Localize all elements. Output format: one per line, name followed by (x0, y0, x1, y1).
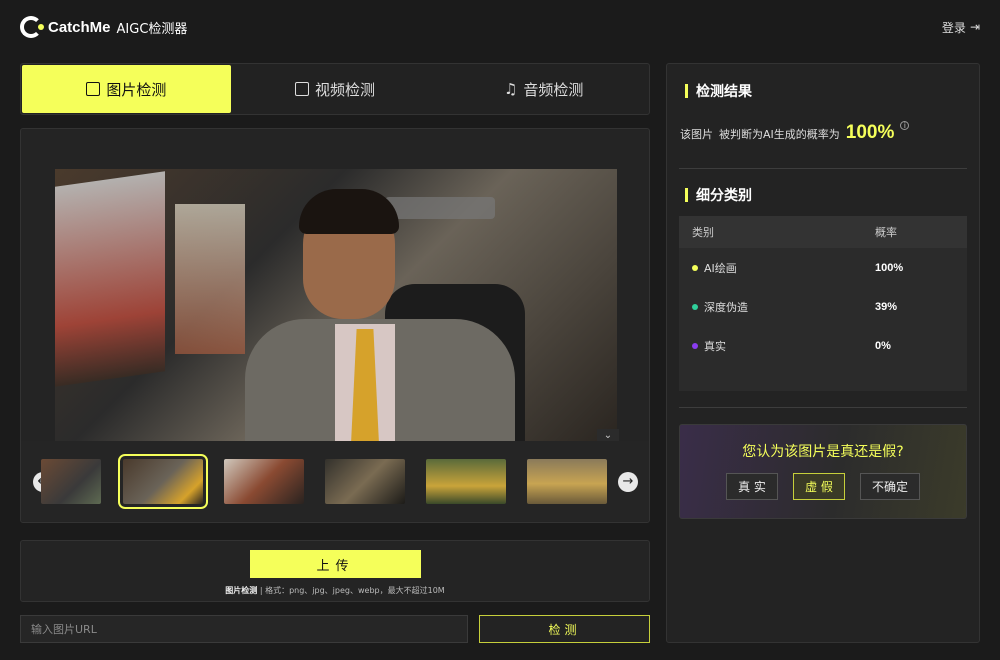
brand-subtitle: AIGC检测器 (116, 21, 188, 37)
verdict-line: 该图片 被判断为AI生成的概率为 100% i (680, 121, 910, 144)
info-icon[interactable]: i (900, 121, 910, 130)
row-value: 100% (875, 261, 904, 274)
image-icon (86, 82, 101, 96)
vote-fake-button[interactable]: 虚 假 (793, 473, 845, 500)
top-bar: CatchMe AIGC检测器 登录 ⇥ (0, 0, 1000, 54)
upload-panel: 上传 图片检测 | 格式：png、jpg、jpeg、webp，最大不超过10M (20, 540, 650, 602)
breakdown-table: 类别 概率 AI绘画 100% 深度伪造 39% 真实 0% (679, 216, 967, 391)
tab-audio[interactable]: ♫ 音频检测 (439, 65, 648, 113)
vote-unsure-button[interactable]: 不确定 (860, 473, 920, 500)
verdict-subject: 该图片 (680, 128, 713, 141)
row-label: AI绘画 (704, 261, 737, 275)
result-title-text: 检测结果 (696, 84, 752, 100)
divider (679, 407, 967, 408)
breakdown-title-text: 细分类别 (696, 188, 752, 204)
row-value: 39% (875, 300, 898, 313)
image-url-input[interactable] (20, 615, 468, 643)
login-icon: ⇥ (969, 20, 980, 34)
table-row: 深度伪造 39% (679, 287, 967, 326)
ai-drawing-dot-icon (692, 264, 698, 271)
table-row: AI绘画 100% (679, 248, 967, 287)
login-link[interactable]: 登录 ⇥ (942, 19, 980, 36)
upload-format-note: 图片检测 | 格式：png、jpg、jpeg、webp，最大不超过10M (225, 586, 445, 595)
thumbnail[interactable] (224, 459, 304, 504)
video-icon (295, 82, 309, 96)
tab-image[interactable]: 图片检测 (22, 65, 231, 113)
row-value: 0% (875, 339, 891, 352)
tab-video-label: 视频检测 (315, 80, 376, 99)
thumbnail-strip: ← → (21, 441, 649, 521)
brand[interactable]: CatchMe AIGC检测器 (20, 16, 187, 38)
row-label: 真实 (704, 339, 726, 353)
next-arrow-icon[interactable]: → (618, 472, 638, 492)
tab-audio-label: 音频检测 (523, 80, 584, 99)
thumbnail[interactable] (426, 459, 506, 504)
upload-button[interactable]: 上传 (250, 550, 421, 578)
login-label: 登录 (941, 20, 966, 35)
thumbnail[interactable] (527, 459, 607, 504)
upload-note-text: 格式：png、jpg、jpeg、webp，最大不超过10M (265, 586, 445, 595)
catchme-logo-icon (20, 16, 44, 38)
vote-card: 您认为该图片是真还是假? 真 实 虚 假 不确定 (679, 424, 967, 519)
breakdown-title: 细分类别 (685, 185, 752, 205)
table-header: 类别 概率 (679, 216, 967, 248)
row-label: 深度伪造 (704, 300, 748, 314)
col-category: 类别 (692, 226, 714, 239)
result-panel: 检测结果 该图片 被判断为AI生成的概率为 100% i 细分类别 类别 概率 … (666, 63, 980, 643)
ai-probability: 100% (845, 122, 895, 143)
thumbnail-selected[interactable] (118, 454, 208, 509)
preview-image (55, 169, 617, 441)
result-title: 检测结果 (685, 81, 752, 101)
image-preview-panel: ⌄ ← → (20, 128, 650, 523)
vote-real-button[interactable]: 真 实 (726, 473, 778, 500)
thumbnail[interactable] (41, 459, 101, 504)
brand-name: CatchMe (48, 18, 111, 36)
detect-button[interactable]: 检测 (479, 615, 650, 643)
thumbnail[interactable] (325, 459, 405, 504)
deepfake-dot-icon (692, 303, 698, 310)
col-probability: 概率 (875, 226, 897, 239)
table-row: 真实 0% (679, 326, 967, 365)
tab-video[interactable]: 视频检测 (231, 65, 440, 113)
verdict-text: 被判断为AI生成的概率为 (719, 128, 840, 141)
upload-note-label: 图片检测 (225, 586, 258, 595)
tab-image-label: 图片检测 (106, 80, 167, 99)
detection-tabs: 图片检测 视频检测 ♫ 音频检测 (20, 63, 650, 115)
divider (679, 168, 967, 169)
vote-question: 您认为该图片是真还是假? (742, 444, 904, 460)
music-icon: ♫ (503, 80, 518, 98)
real-dot-icon (692, 342, 698, 349)
